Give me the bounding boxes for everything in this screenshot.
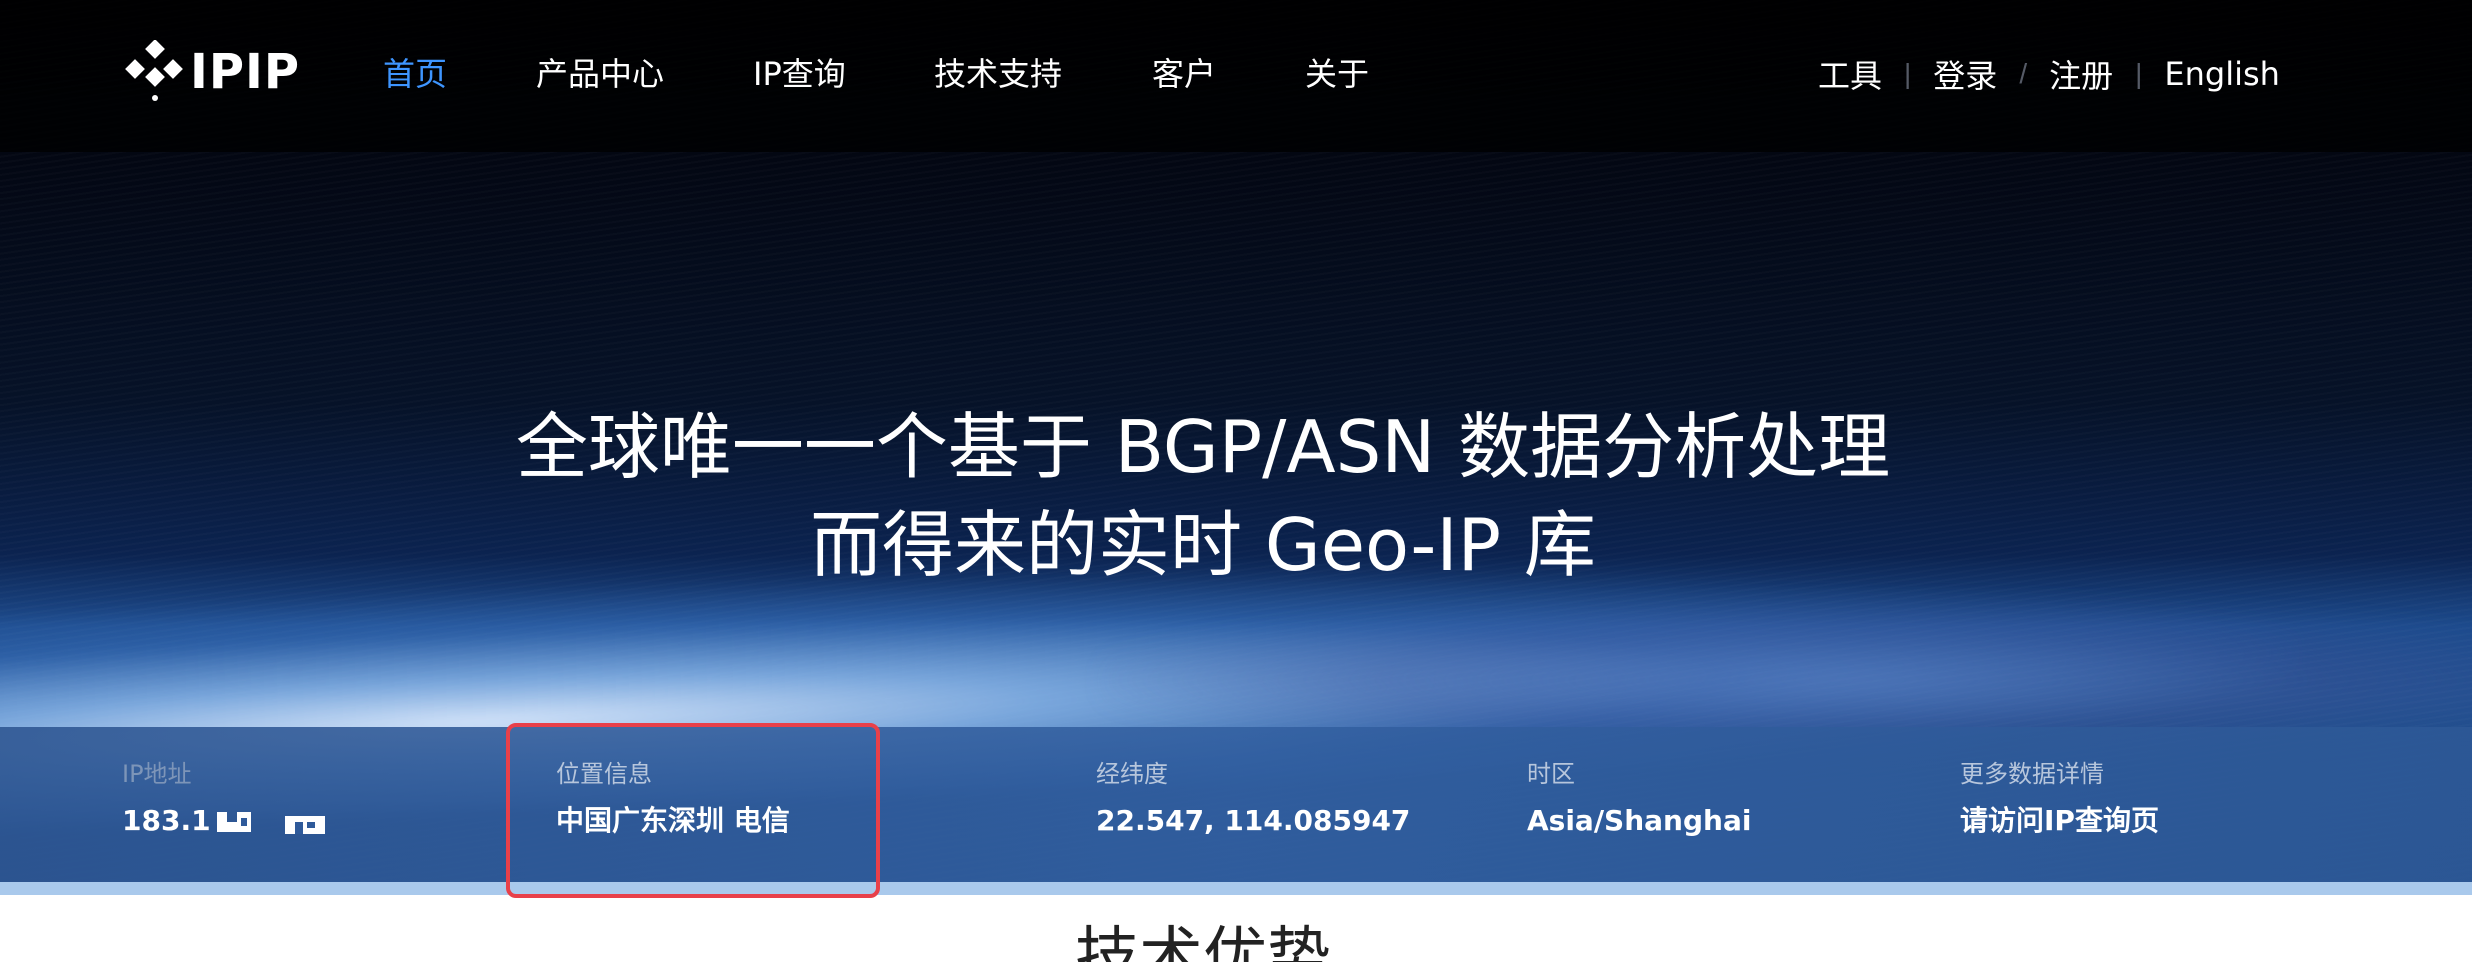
nav-account-links: 工具 | 登录 / 注册 | English <box>1818 52 2280 96</box>
more-details-label: 更多数据详情 <box>1960 760 2104 788</box>
ip-address-label: IP地址 <box>122 760 192 788</box>
ip-address-text: 183.1 <box>122 804 211 837</box>
hero-headline: 全球唯一一个基于 BGP/ASN 数据分析处理 而得来的实时 Geo-IP 库 <box>0 398 2406 594</box>
timezone-label: 时区 <box>1527 760 1575 788</box>
top-navigation: IPIP 首页 产品中心 IP查询 技术支持 客户 关于 工具 | 登录 / 注… <box>0 0 2472 152</box>
tools-link[interactable]: 工具 <box>1818 51 1882 97</box>
ipip-logo-icon <box>125 40 183 101</box>
coordinates-label: 经纬度 <box>1096 760 1168 788</box>
section-title-tech-advantages: 技术优势 <box>1075 921 1331 962</box>
nav-item-support[interactable]: 技术支持 <box>934 52 1062 96</box>
site-logo[interactable]: IPIP <box>122 36 300 108</box>
coordinates-field: 经纬度 22.547, 114.085947 <box>1096 756 1410 842</box>
hero-headline-line1: 全球唯一一个基于 BGP/ASN 数据分析处理 <box>515 405 1891 489</box>
nav-separator: / <box>2019 58 2028 89</box>
ip-address-field: IP地址 183.1 <box>122 756 325 842</box>
info-bar-bottom-strip <box>0 882 2472 895</box>
timezone-field: 时区 Asia/Shanghai <box>1527 756 1751 842</box>
nav-item-customers[interactable]: 客户 <box>1152 52 1216 96</box>
more-details-field[interactable]: 更多数据详情 请访问IP查询页 <box>1960 756 2159 842</box>
nav-item-home[interactable]: 首页 <box>383 52 447 96</box>
ip-address-value: 183.1 <box>122 800 325 842</box>
login-link[interactable]: 登录 <box>1933 51 1997 97</box>
logo-text: IPIP <box>190 44 301 100</box>
nav-separator: | <box>1904 58 1912 89</box>
nav-item-ip-lookup[interactable]: IP查询 <box>753 52 846 96</box>
register-link[interactable]: 注册 <box>2049 51 2113 97</box>
nav-item-about[interactable]: 关于 <box>1305 52 1369 96</box>
hero-headline-line2: 而得来的实时 Geo-IP 库 <box>810 503 1596 587</box>
english-link[interactable]: English <box>2164 55 2280 93</box>
coordinates-value: 22.547, 114.085947 <box>1096 804 1411 837</box>
nav-separator: | <box>2135 58 2143 89</box>
location-highlight-box <box>506 723 880 898</box>
more-details-link[interactable]: 请访问IP查询页 <box>1960 800 2159 842</box>
redacted-ip-mask-icon <box>216 812 325 834</box>
timezone-value: Asia/Shanghai <box>1527 804 1752 837</box>
nav-item-products[interactable]: 产品中心 <box>536 52 664 96</box>
